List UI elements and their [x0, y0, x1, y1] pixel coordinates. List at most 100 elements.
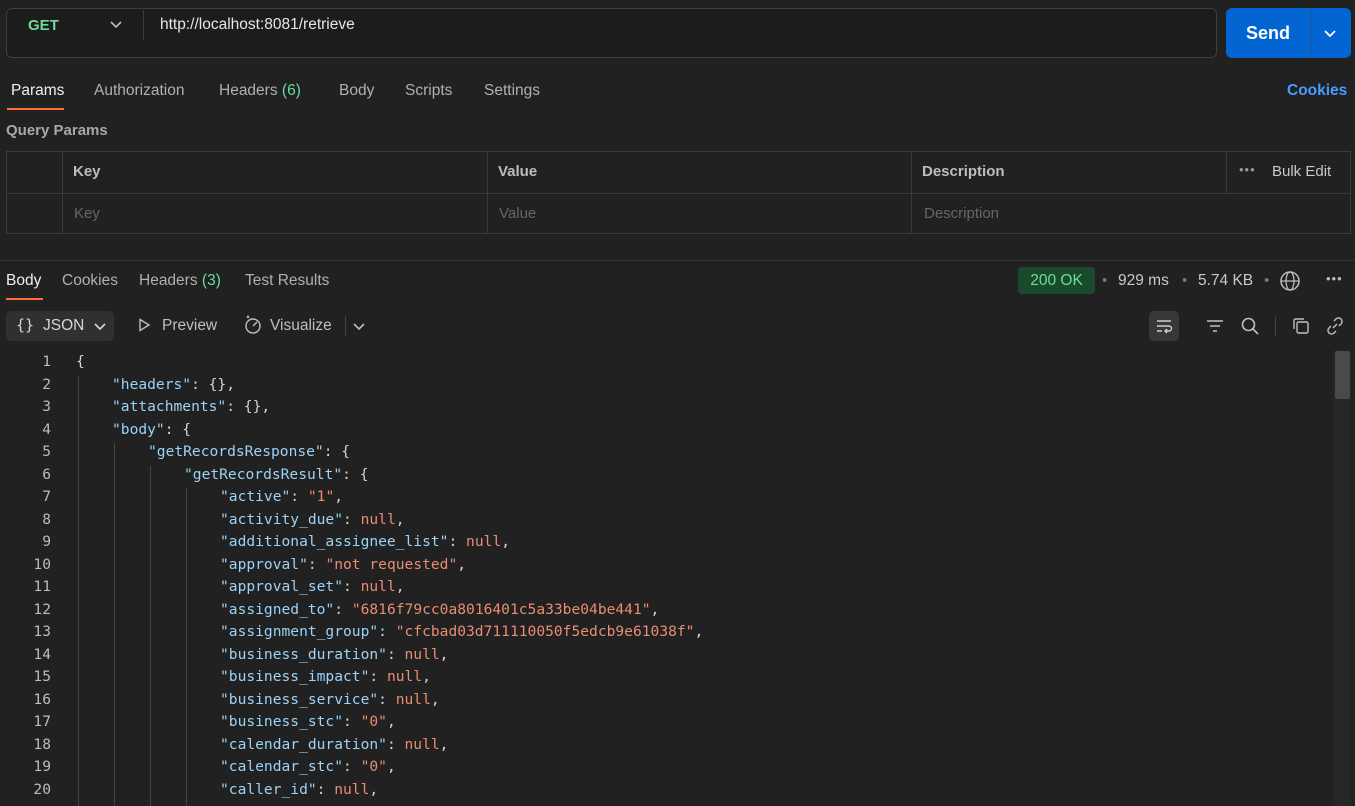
response-body-editor[interactable]: 1{2 "headers": {}, 3 "attachments": {}, 4 "bo…: [0, 351, 1333, 806]
json-punctuation: ,: [457, 555, 467, 573]
json-punctuation: :: [369, 668, 387, 685]
code-line: 12 "assigned_to": "6816f79cc0a8016401c5a3…: [0, 599, 1330, 622]
link-icon[interactable]: [1325, 316, 1345, 336]
json-key: "getRecordsResponse": [148, 443, 324, 460]
send-button[interactable]: Send: [1226, 8, 1351, 58]
wrap-lines-button[interactable]: [1149, 311, 1179, 341]
format-select[interactable]: {} JSON: [6, 311, 114, 341]
json-punctuation: ,: [439, 645, 449, 663]
key-placeholder: Key: [74, 205, 100, 222]
visualize-icon[interactable]: [243, 315, 263, 335]
line-content: "business_service": null,: [220, 689, 440, 712]
code-line: 16 "business_service": null,: [0, 689, 1330, 712]
code-line: 15 "business_impact": null,: [0, 666, 1330, 689]
tab-params[interactable]: Params: [11, 82, 64, 100]
tab-settings[interactable]: Settings: [484, 82, 540, 100]
code-line: 4 "body": {: [0, 419, 1330, 442]
response-tab-cookies[interactable]: Cookies: [62, 272, 118, 290]
globe-icon[interactable]: [1279, 270, 1301, 292]
json-key: "activity_due": [220, 510, 344, 528]
json-key: "attachments": [112, 398, 227, 415]
code-line: 13 "assignment_group": "cfcbad03d71111005…: [0, 621, 1330, 644]
cookies-link[interactable]: Cookies: [1287, 82, 1347, 100]
status-badge[interactable]: 200 OK: [1018, 267, 1095, 294]
line-number: 5: [42, 443, 51, 460]
line-number: 13: [33, 623, 51, 640]
line-content: "active": "1",: [220, 486, 343, 509]
code-line: 7 "active": "1",: [0, 486, 1330, 509]
tab-body[interactable]: Body: [339, 82, 374, 100]
send-divider: [1310, 8, 1311, 58]
bulk-edit-button[interactable]: Bulk Edit: [1272, 163, 1331, 180]
code-line: 5 "getRecordsResponse": {: [0, 441, 1330, 464]
pane-divider[interactable]: [0, 260, 1355, 261]
tab-headers[interactable]: Headers (6): [219, 82, 301, 100]
code-line: 2 "headers": {},: [0, 374, 1330, 397]
play-icon[interactable]: [136, 317, 152, 333]
code-line: 10 "approval": "not requested",: [0, 554, 1330, 577]
response-tab-headers[interactable]: Headers (3): [139, 272, 221, 290]
scrollbar-track[interactable]: [1333, 351, 1351, 806]
json-value: null: [360, 578, 396, 595]
scrollbar-thumb[interactable]: [1335, 351, 1350, 399]
line-content: "getRecordsResult": {: [184, 464, 369, 487]
response-headers-count: (3): [201, 272, 221, 289]
response-time[interactable]: 929 ms: [1118, 272, 1169, 290]
tab-scripts[interactable]: Scripts: [405, 82, 452, 100]
more-options-icon[interactable]: •••: [1326, 271, 1343, 286]
json-punctuation: {: [76, 353, 85, 370]
checkbox-column-header: [7, 152, 63, 193]
code-line: 20 "caller_id": null,: [0, 779, 1330, 802]
response-tab-test-results[interactable]: Test Results: [245, 272, 329, 290]
chevron-down-icon[interactable]: [351, 318, 367, 334]
json-value: null: [466, 533, 502, 550]
line-content: "business_duration": null,: [220, 644, 448, 667]
line-content: "headers": {},: [112, 374, 235, 397]
line-content: "caller_id": null,: [220, 779, 378, 802]
key-input[interactable]: Key: [63, 193, 488, 234]
code-line: 19 "calendar_stc": "0",: [0, 756, 1330, 779]
line-content: {: [76, 351, 85, 374]
json-punctuation: :: [386, 645, 405, 663]
json-value: null: [395, 690, 431, 708]
line-number: 10: [33, 555, 51, 573]
send-button-label[interactable]: Send: [1226, 8, 1310, 58]
json-key: "assigned_to": [220, 600, 335, 618]
json-punctuation: :: [448, 533, 467, 550]
json-punctuation: : {},: [226, 398, 271, 415]
code-line: 18 "calendar_duration": null,: [0, 734, 1330, 757]
line-content: "business_impact": null,: [220, 666, 431, 689]
value-input[interactable]: Value: [488, 193, 912, 234]
line-number: 15: [33, 668, 51, 685]
visualize-button[interactable]: Visualize: [270, 317, 332, 335]
line-content: "business_stc": "0",: [220, 711, 396, 734]
response-tab-body[interactable]: Body: [6, 272, 41, 290]
url-input[interactable]: http://localhost:8081/retrieve: [160, 16, 355, 34]
format-label: JSON: [43, 317, 85, 334]
code-line: 3 "attachments": {},: [0, 396, 1330, 419]
line-number: 3: [42, 398, 51, 415]
preview-button[interactable]: Preview: [162, 317, 217, 335]
code-line: 8 "activity_due": null,: [0, 509, 1330, 532]
more-options-icon[interactable]: •••: [1239, 162, 1256, 177]
search-icon[interactable]: [1240, 316, 1260, 336]
chevron-down-icon[interactable]: [108, 16, 124, 32]
copy-icon[interactable]: [1291, 316, 1311, 336]
description-input[interactable]: Description: [912, 193, 1350, 234]
chevron-down-icon[interactable]: [1322, 25, 1338, 41]
line-content: "body": {: [112, 419, 191, 442]
line-content: "approval": "not requested",: [220, 554, 466, 577]
json-punctuation: :: [343, 578, 361, 595]
method-select[interactable]: GET: [28, 17, 59, 34]
tab-authorization[interactable]: Authorization: [94, 82, 184, 100]
json-punctuation: ,: [395, 510, 405, 528]
response-size[interactable]: 5.74 KB: [1198, 272, 1253, 290]
description-header-label: Description: [922, 163, 1005, 180]
line-number: 12: [33, 600, 51, 618]
filter-icon[interactable]: [1205, 316, 1225, 336]
json-key: "caller_id": [220, 780, 317, 798]
code-line: 1{: [0, 351, 1330, 374]
json-punctuation: ,: [650, 600, 660, 618]
json-punctuation: :: [334, 600, 352, 618]
chevron-down-icon: [94, 323, 106, 331]
